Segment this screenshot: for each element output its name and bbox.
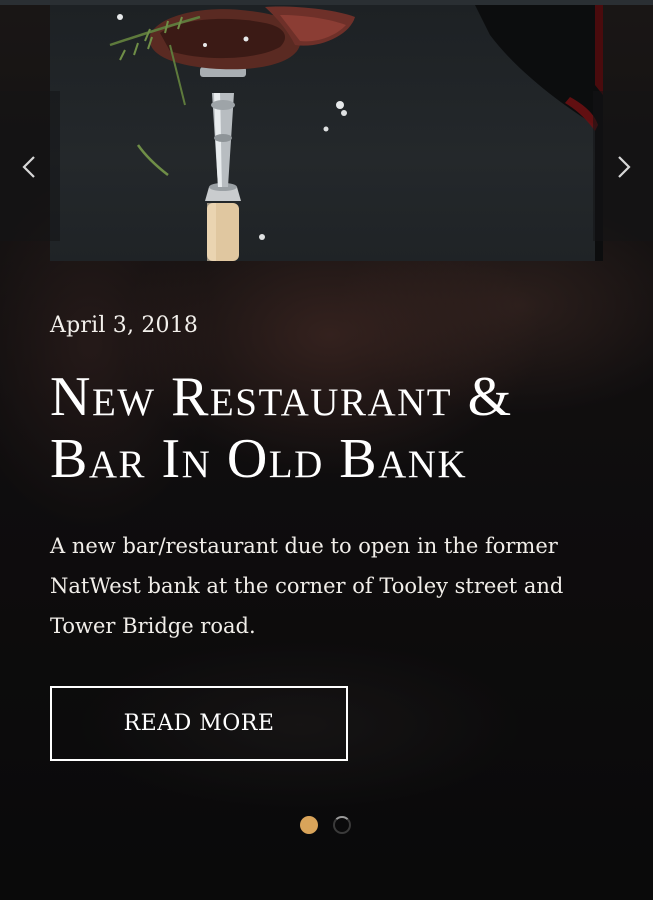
steak-on-fork-illustration [109,5,603,261]
slider-next-button[interactable] [593,91,653,241]
post-date: April 3, 2018 [50,313,199,338]
chevron-right-icon [618,156,631,178]
post-title[interactable]: New Restaurant & Bar In Old Bank [50,366,610,490]
slider-prev-button[interactable] [0,91,60,241]
read-more-button[interactable]: READ MORE [50,686,348,761]
pagination-dot-active[interactable] [300,816,318,834]
chevron-left-icon [22,156,35,178]
post-featured-image [50,5,603,261]
post-excerpt: A new bar/restaurant due to open in the … [50,534,564,638]
pagination-dot[interactable] [333,816,351,834]
